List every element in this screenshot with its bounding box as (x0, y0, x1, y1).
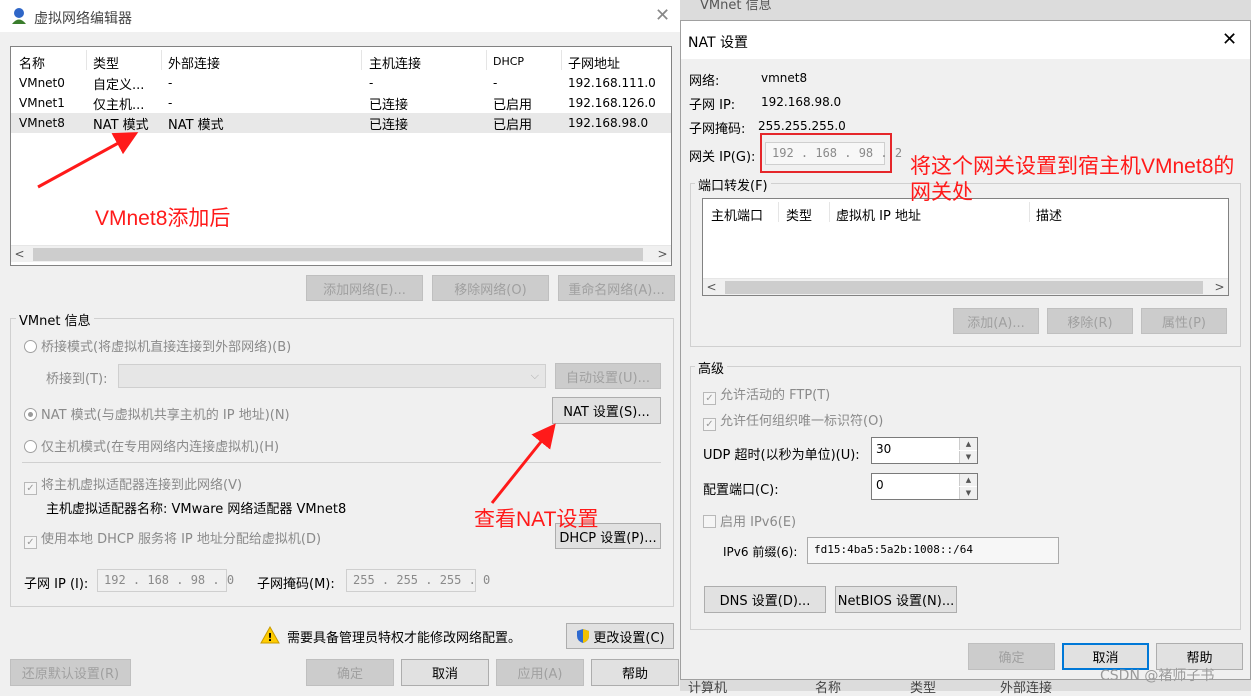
annotation-gateway-note: 将这个网关设置到宿主机VMnet8的网关处 (910, 155, 1235, 204)
arrow-to-vmnet8 (37, 132, 139, 189)
annotation-vmnet8-added: VMnet8添加后 (95, 207, 231, 230)
arrow-to-nat-settings (490, 423, 556, 504)
annotation-view-nat: 查看NAT设置 (474, 508, 599, 531)
watermark: CSDN @褚师子书 (1100, 668, 1215, 684)
annotation-arrows (37, 132, 556, 504)
